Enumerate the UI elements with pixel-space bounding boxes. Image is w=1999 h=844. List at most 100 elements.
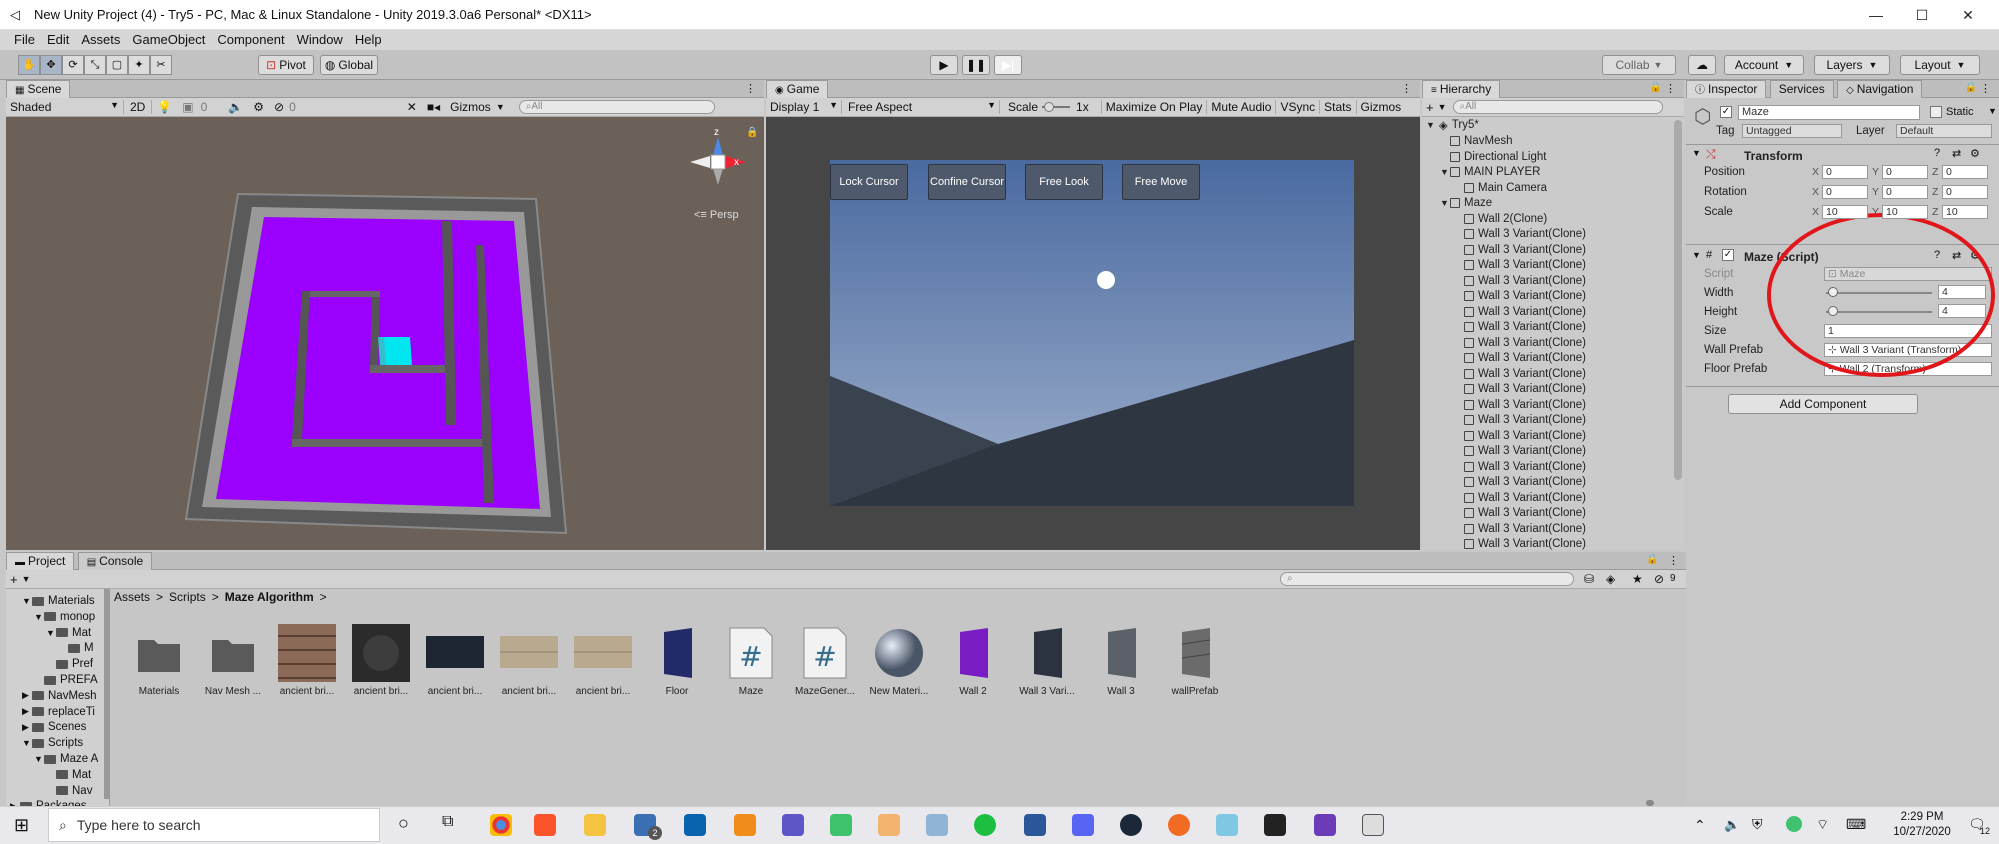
scene-viewport[interactable]: x z 🔒 <≡ Persp <box>6 117 764 550</box>
app-icon[interactable] <box>878 814 900 836</box>
project-tree-item[interactable]: PREFA <box>34 674 98 686</box>
shading-mode-dropdown[interactable]: Shaded ▼ <box>6 100 124 114</box>
project-tree-item[interactable]: Pref <box>46 658 93 670</box>
scene-gizmo-icon[interactable] <box>686 137 756 197</box>
tab-navigation[interactable]: ◇ Navigation <box>1837 80 1923 98</box>
asset-item[interactable]: ancient bri... <box>570 624 636 697</box>
transform-tool-icon[interactable]: ✦ <box>128 55 150 75</box>
hierarchy-item[interactable]: Wall 3 Variant(Clone) <box>1454 228 1586 240</box>
search-tool-icon[interactable] <box>734 814 756 836</box>
collab-dropdown[interactable]: Collab ▼ <box>1602 55 1676 75</box>
rotate-tool-icon[interactable]: ⟳ <box>62 55 84 75</box>
hierarchy-item[interactable]: Main Camera <box>1454 182 1547 194</box>
hierarchy-item[interactable]: Wall 3 Variant(Clone) <box>1454 244 1586 256</box>
tab-scene[interactable]: ▦ Scene <box>6 80 71 98</box>
hierarchy-item[interactable]: Wall 3 Variant(Clone) <box>1454 430 1586 442</box>
hierarchy-search-input[interactable]: ⌕All <box>1452 100 1663 114</box>
hierarchy-item[interactable]: Wall 3 Variant(Clone) <box>1454 352 1586 364</box>
hierarchy-item[interactable]: Wall 3 Variant(Clone) <box>1454 523 1586 535</box>
chevron-icon[interactable]: ▼ <box>22 596 32 606</box>
word-icon[interactable] <box>1024 814 1046 836</box>
vsync-toggle[interactable]: VSync <box>1275 100 1319 114</box>
close-button[interactable]: ✕ <box>1948 3 1988 27</box>
unity-hub-icon[interactable] <box>1264 814 1286 836</box>
teams-icon[interactable] <box>782 814 804 836</box>
panel-menu-icon[interactable]: ⋮ <box>1665 82 1676 95</box>
maximize-on-play-toggle[interactable]: Maximize On Play <box>1100 100 1207 114</box>
hierarchy-item[interactable]: Wall 3 Variant(Clone) <box>1454 321 1586 333</box>
lock-icon[interactable]: 🔒 <box>746 127 758 138</box>
scale-tool-icon[interactable]: ⤡ <box>84 55 106 75</box>
cortana-icon[interactable]: ○ <box>398 813 409 834</box>
chevron-down-icon[interactable]: ▼ <box>1692 250 1701 260</box>
scene-root[interactable]: ▼ ◈ Try5* <box>1426 118 1479 132</box>
hierarchy-item[interactable]: Directional Light <box>1440 151 1546 163</box>
steam-icon[interactable] <box>1120 814 1142 836</box>
pivot-button[interactable]: ⊡ Pivot <box>258 55 314 75</box>
create-button[interactable]: + <box>1422 100 1438 115</box>
tag-dropdown[interactable]: Untagged <box>1742 124 1842 138</box>
aspect-dropdown[interactable]: Free Aspect ▼ <box>842 100 1000 114</box>
create-asset-button[interactable]: + <box>6 572 22 587</box>
transform-x-field[interactable]: 0 <box>1822 185 1868 199</box>
chevron-icon[interactable]: ▶ <box>22 690 32 701</box>
project-search-input[interactable]: ⌕ <box>1280 572 1574 586</box>
tab-console[interactable]: ▤ Console <box>77 552 153 570</box>
project-tree-item[interactable]: ▶ NavMesh <box>22 690 97 702</box>
task-view-icon[interactable]: ⧉ <box>442 813 453 831</box>
menu-edit[interactable]: Edit <box>41 30 75 50</box>
cloud-button[interactable]: ☁ <box>1688 55 1716 75</box>
hierarchy-item[interactable]: Wall 3 Variant(Clone) <box>1454 476 1586 488</box>
hierarchy-item[interactable]: Wall 3 Variant(Clone) <box>1454 461 1586 473</box>
panel-menu-icon[interactable]: ⋮ <box>1401 82 1412 95</box>
chevron-down-icon[interactable]: ▼ <box>1440 167 1450 177</box>
tab-project[interactable]: ▬ Project <box>6 552 75 570</box>
static-checkbox[interactable] <box>1930 106 1942 118</box>
chrome-icon[interactable] <box>490 814 512 836</box>
chevron-icon[interactable]: ▶ <box>22 722 32 733</box>
hierarchy-item[interactable]: Wall 3 Variant(Clone) <box>1454 275 1586 287</box>
hierarchy-item[interactable]: Wall 3 Variant(Clone) <box>1454 259 1586 271</box>
preset-icon[interactable]: ⇄ <box>1952 147 1961 160</box>
transform-z-field[interactable]: 0 <box>1942 165 1988 179</box>
clock[interactable]: 2:29 PM 10/27/2020 <box>1880 810 1964 840</box>
hierarchy-scrollbar[interactable] <box>1674 120 1682 480</box>
menu-file[interactable]: File <box>8 30 41 50</box>
visibility-icon[interactable]: ⊘ <box>269 100 289 114</box>
asset-item[interactable]: Wall 3 <box>1088 624 1154 697</box>
asset-item[interactable]: ancient bri... <box>274 624 340 697</box>
security-icon[interactable]: ⛨ <box>1752 816 1763 833</box>
unity-icon[interactable] <box>1362 814 1384 836</box>
hierarchy-item[interactable]: Wall 3 Variant(Clone) <box>1454 538 1586 550</box>
project-tree-item[interactable]: ▶ replaceTi <box>22 706 95 718</box>
add-component-button[interactable]: Add Component <box>1728 394 1918 414</box>
asset-item[interactable]: New Materi... <box>866 624 932 697</box>
chevron-down-icon[interactable]: ▼ <box>1692 148 1701 158</box>
hand-tool-icon[interactable]: ✋ <box>18 55 40 75</box>
lock-icon[interactable]: 🔒 <box>1650 82 1662 93</box>
outlook-icon[interactable] <box>684 814 706 836</box>
display-dropdown[interactable]: Display 1 ▼ <box>766 100 842 114</box>
chevron-up-icon[interactable]: ⌃ <box>1694 817 1706 834</box>
volume-icon[interactable]: 🔈 <box>1724 817 1740 833</box>
project-tree-item[interactable]: ▼ Maze A <box>34 753 98 765</box>
step-button[interactable]: ▶| <box>994 55 1022 75</box>
asset-item[interactable]: # MazeGener... <box>792 624 858 697</box>
hierarchy-item[interactable]: Wall 3 Variant(Clone) <box>1454 337 1586 349</box>
chevron-down-icon[interactable]: ▼ <box>1440 198 1450 208</box>
xbox-icon[interactable] <box>974 814 996 836</box>
filter-label-icon[interactable]: ◈ <box>1606 572 1615 586</box>
camera-icon[interactable]: ■◂ <box>422 100 445 114</box>
help-icon[interactable]: ? <box>1934 147 1940 159</box>
hierarchy-item[interactable]: Wall 2(Clone) <box>1454 213 1547 225</box>
asset-item[interactable]: ancient bri... <box>496 624 562 697</box>
object-name-field[interactable]: Maze <box>1738 105 1920 120</box>
pause-button[interactable]: ❚❚ <box>962 55 990 75</box>
script-enabled-checkbox[interactable]: ✓ <box>1722 249 1734 261</box>
panel-menu-icon[interactable]: ⋮ <box>745 82 756 95</box>
chevron-icon[interactable]: ▼ <box>46 628 56 638</box>
asset-item[interactable]: wallPrefab <box>1162 624 1228 697</box>
hierarchy-item[interactable]: Wall 3 Variant(Clone) <box>1454 414 1586 426</box>
project-tree-item[interactable]: ▼ Materials <box>22 595 95 607</box>
keyboard-icon[interactable]: ⌨ <box>1846 816 1866 833</box>
